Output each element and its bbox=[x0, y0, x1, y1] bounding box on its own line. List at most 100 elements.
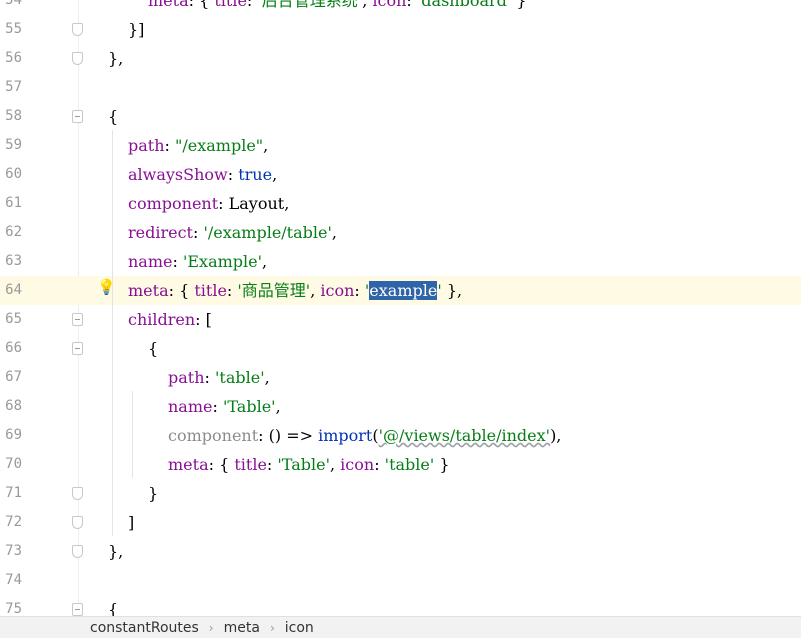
code-token: , bbox=[263, 136, 269, 155]
code-line[interactable]: 72] bbox=[0, 508, 801, 537]
code-line[interactable]: 54 meta: { title: '后台管理系统', icon: 'dashbo… bbox=[0, 0, 801, 15]
code-token: component bbox=[168, 426, 259, 445]
code-token: true bbox=[238, 165, 273, 184]
indent-guide bbox=[112, 130, 113, 536]
code-token: ] bbox=[128, 513, 135, 532]
code-line[interactable]: 55}] bbox=[0, 15, 801, 44]
fold-marker-icon[interactable] bbox=[72, 110, 83, 123]
breadcrumb-item-constant-routes[interactable]: constantRoutes bbox=[90, 620, 199, 636]
code-line[interactable]: 71} bbox=[0, 479, 801, 508]
breadcrumb-item-meta[interactable]: meta bbox=[224, 620, 260, 636]
line-number: 56 bbox=[5, 50, 22, 66]
code-text[interactable]: }, bbox=[108, 537, 123, 566]
code-line[interactable]: 67 path: 'table', bbox=[0, 363, 801, 392]
code-line[interactable]: 68 name: 'Table', bbox=[0, 392, 801, 421]
code-token: path bbox=[168, 368, 205, 387]
code-token: : bbox=[192, 223, 204, 242]
code-text[interactable]: path: "/example", bbox=[128, 131, 268, 160]
code-line[interactable]: 66 { bbox=[0, 334, 801, 363]
code-token: , bbox=[331, 223, 337, 242]
line-number: 73 bbox=[5, 543, 22, 559]
fold-marker-icon[interactable] bbox=[72, 603, 83, 616]
code-token: , bbox=[362, 0, 373, 10]
fold-marker-icon[interactable] bbox=[72, 545, 83, 558]
code-token: meta bbox=[128, 281, 169, 300]
code-token: alwaysShow bbox=[128, 165, 228, 184]
code-token: : bbox=[266, 455, 278, 474]
line-number: 54 bbox=[5, 0, 22, 8]
code-token: } bbox=[148, 484, 159, 503]
code-token: 'Table' bbox=[277, 455, 330, 474]
code-token: title bbox=[194, 281, 227, 300]
code-line[interactable]: 61 component: Layout, bbox=[0, 189, 801, 218]
code-text[interactable]: { bbox=[108, 102, 118, 131]
code-line[interactable]: 69 component: () => import('@/views/table… bbox=[0, 421, 801, 450]
breadcrumb-item-icon[interactable]: icon bbox=[285, 620, 314, 636]
line-number: 65 bbox=[5, 311, 22, 327]
code-line[interactable]: 58 { bbox=[0, 102, 801, 131]
code-line[interactable]: 73}, bbox=[0, 537, 801, 566]
fold-marker-icon[interactable] bbox=[72, 487, 83, 500]
code-token: ), bbox=[550, 426, 562, 445]
code-token: "/example" bbox=[175, 136, 264, 155]
selected-text[interactable]: example bbox=[369, 281, 438, 300]
code-text[interactable]: meta: { title: 'Table', icon: 'table' } bbox=[168, 450, 450, 479]
code-token: } bbox=[511, 0, 527, 10]
code-text[interactable]: path: 'table', bbox=[168, 363, 270, 392]
fold-marker-icon[interactable] bbox=[72, 313, 83, 326]
code-token: }, bbox=[108, 49, 124, 68]
code-token: : [ bbox=[195, 310, 212, 329]
code-line[interactable]: 74 bbox=[0, 566, 801, 595]
code-text[interactable]: ] bbox=[128, 508, 134, 537]
code-text[interactable]: name: 'Table', bbox=[168, 392, 281, 421]
line-number: 68 bbox=[5, 398, 22, 414]
code-text[interactable]: meta: { title: '后台管理系统', icon: 'dashboar… bbox=[148, 0, 527, 15]
code-text[interactable]: }, bbox=[108, 44, 123, 73]
code-line[interactable]: 70 meta: { title: 'Table', icon: 'table' … bbox=[0, 450, 801, 479]
code-token: : () => bbox=[258, 426, 319, 445]
indent-guide bbox=[132, 391, 133, 478]
code-text[interactable]: children: [ bbox=[128, 305, 212, 334]
code-line[interactable]: 57 bbox=[0, 73, 801, 102]
code-editor[interactable]: 54 meta: { title: '后台管理系统', icon: 'dashbo… bbox=[0, 0, 801, 638]
code-line[interactable]: 65 children: [ bbox=[0, 305, 801, 334]
code-text[interactable]: alwaysShow: true, bbox=[128, 160, 277, 189]
code-text[interactable]: component: () => import('@/views/table/i… bbox=[168, 421, 561, 450]
code-line[interactable]: 63 name: 'Example', bbox=[0, 247, 801, 276]
code-text[interactable]: } bbox=[148, 479, 158, 508]
code-token: component bbox=[128, 194, 219, 213]
code-line[interactable]: 62 redirect: '/example/table', bbox=[0, 218, 801, 247]
code-token: }] bbox=[128, 20, 145, 39]
code-text[interactable]: meta: { title: '商品管理', icon: 'example' }… bbox=[128, 276, 462, 305]
code-token: , bbox=[264, 368, 270, 387]
code-token: : bbox=[172, 252, 183, 271]
code-token: : Layout, bbox=[218, 194, 290, 213]
fold-marker-icon[interactable] bbox=[72, 342, 83, 355]
code-line[interactable]: 59 path: "/example", bbox=[0, 131, 801, 160]
code-line[interactable]: 64 💡 meta: { title: '商品管理', icon: 'example… bbox=[0, 276, 801, 305]
breadcrumb-separator-icon: › bbox=[208, 620, 214, 635]
code-token: : bbox=[164, 136, 175, 155]
code-text[interactable]: }] bbox=[128, 15, 144, 44]
line-number: 64 bbox=[5, 282, 22, 298]
code-token: 'dashboard' bbox=[416, 0, 512, 10]
code-token: '@/views/table/index' bbox=[378, 426, 551, 445]
code-token: : bbox=[212, 397, 223, 416]
code-token: '商品管理' bbox=[237, 281, 311, 300]
code-token: : bbox=[406, 0, 417, 10]
code-token: path bbox=[128, 136, 165, 155]
fold-marker-icon[interactable] bbox=[72, 23, 83, 36]
code-text[interactable]: redirect: '/example/table', bbox=[128, 218, 337, 247]
fold-marker-icon[interactable] bbox=[72, 52, 83, 65]
code-text[interactable]: { bbox=[148, 334, 158, 363]
code-line[interactable]: 56}, bbox=[0, 44, 801, 73]
code-token: : bbox=[226, 281, 238, 300]
line-number: 70 bbox=[5, 456, 22, 472]
code-token: meta bbox=[148, 0, 189, 10]
code-line[interactable]: 60 alwaysShow: true, bbox=[0, 160, 801, 189]
code-token: icon bbox=[320, 281, 355, 300]
fold-marker-icon[interactable] bbox=[72, 516, 83, 529]
code-text[interactable]: component: Layout, bbox=[128, 189, 289, 218]
code-token: icon bbox=[372, 0, 407, 10]
code-text[interactable]: name: 'Example', bbox=[128, 247, 267, 276]
